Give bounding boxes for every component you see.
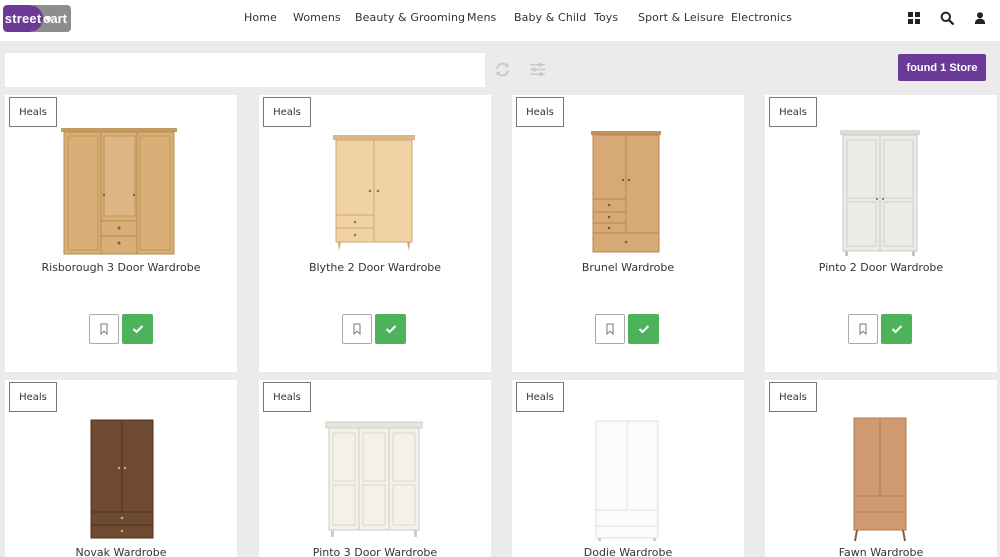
product-card[interactable]: Heals Novak Wardrobe — [5, 380, 237, 557]
product-card[interactable]: Heals Brunel Wardrobe — [512, 95, 744, 372]
bookmark-button[interactable] — [595, 314, 625, 344]
sliders-icon[interactable] — [529, 61, 546, 78]
bookmark-icon — [100, 323, 108, 335]
bookmark-icon — [859, 323, 867, 335]
select-check-button[interactable] — [628, 314, 659, 344]
nav-item-home[interactable]: Home — [244, 11, 277, 24]
product-title[interactable]: Novak Wardrobe — [5, 546, 237, 557]
top-header: street cart Home Womens Beauty & Groomin… — [0, 0, 1000, 41]
grid-icon[interactable] — [907, 11, 921, 25]
select-check-button[interactable] — [881, 314, 912, 344]
user-icon[interactable] — [973, 11, 987, 25]
product-card[interactable]: Heals Dodie Wardrobe — [512, 380, 744, 557]
product-card[interactable]: Heals Pinto 2 Door Wardrobe — [765, 95, 997, 372]
search-icon[interactable] — [940, 11, 954, 25]
nav-item-toys[interactable]: Toys — [594, 11, 618, 24]
search-input[interactable] — [5, 53, 485, 87]
check-icon — [132, 325, 143, 334]
select-check-button[interactable] — [122, 314, 153, 344]
nav-item-beauty-grooming[interactable]: Beauty & Grooming — [355, 11, 465, 24]
brand-logo[interactable]: street cart — [3, 5, 71, 32]
select-check-button[interactable] — [375, 314, 406, 344]
bookmark-icon — [353, 323, 361, 335]
product-title[interactable]: Dodie Wardrobe — [512, 546, 744, 557]
store-badge[interactable]: Heals — [516, 97, 564, 127]
check-icon — [385, 325, 396, 334]
store-badge[interactable]: Heals — [263, 382, 311, 412]
bookmark-button[interactable] — [342, 314, 372, 344]
nav-item-sport-leisure[interactable]: Sport & Leisure — [638, 11, 724, 24]
product-card[interactable]: Heals Risborough 3 Door Wardrobe — [5, 95, 237, 372]
nav-item-baby-child[interactable]: Baby & Child — [514, 11, 586, 24]
brand-logo-street: street — [3, 5, 44, 32]
product-title[interactable]: Pinto 2 Door Wardrobe — [765, 261, 997, 274]
product-card[interactable]: Heals Pinto 3 Door Wardrobe — [259, 380, 491, 557]
refresh-icon[interactable] — [494, 61, 511, 78]
product-card[interactable]: Heals Fawn Wardrobe — [765, 380, 997, 557]
bookmark-button[interactable] — [89, 314, 119, 344]
found-stores-button[interactable]: found 1 Store — [898, 54, 986, 81]
bookmark-icon — [606, 323, 614, 335]
nav-item-electronics[interactable]: Electronics — [731, 11, 792, 24]
brand-logo-dot — [46, 16, 51, 21]
store-badge[interactable]: Heals — [769, 97, 817, 127]
check-icon — [638, 325, 649, 334]
product-title[interactable]: Blythe 2 Door Wardrobe — [259, 261, 491, 274]
store-badge[interactable]: Heals — [9, 382, 57, 412]
product-title[interactable]: Risborough 3 Door Wardrobe — [5, 261, 237, 274]
product-card[interactable]: Heals Blythe 2 Door Wardrobe — [259, 95, 491, 372]
bookmark-button[interactable] — [848, 314, 878, 344]
store-badge[interactable]: Heals — [769, 382, 817, 412]
store-badge[interactable]: Heals — [263, 97, 311, 127]
nav-item-mens[interactable]: Mens — [467, 11, 496, 24]
product-title[interactable]: Pinto 3 Door Wardrobe — [259, 546, 491, 557]
main-nav: Home Womens Beauty & Grooming Mens Baby … — [0, 0, 1000, 37]
store-badge[interactable]: Heals — [516, 382, 564, 412]
check-icon — [891, 325, 902, 334]
nav-item-womens[interactable]: Womens — [293, 11, 341, 24]
product-title[interactable]: Fawn Wardrobe — [765, 546, 997, 557]
store-badge[interactable]: Heals — [9, 97, 57, 127]
product-title[interactable]: Brunel Wardrobe — [512, 261, 744, 274]
